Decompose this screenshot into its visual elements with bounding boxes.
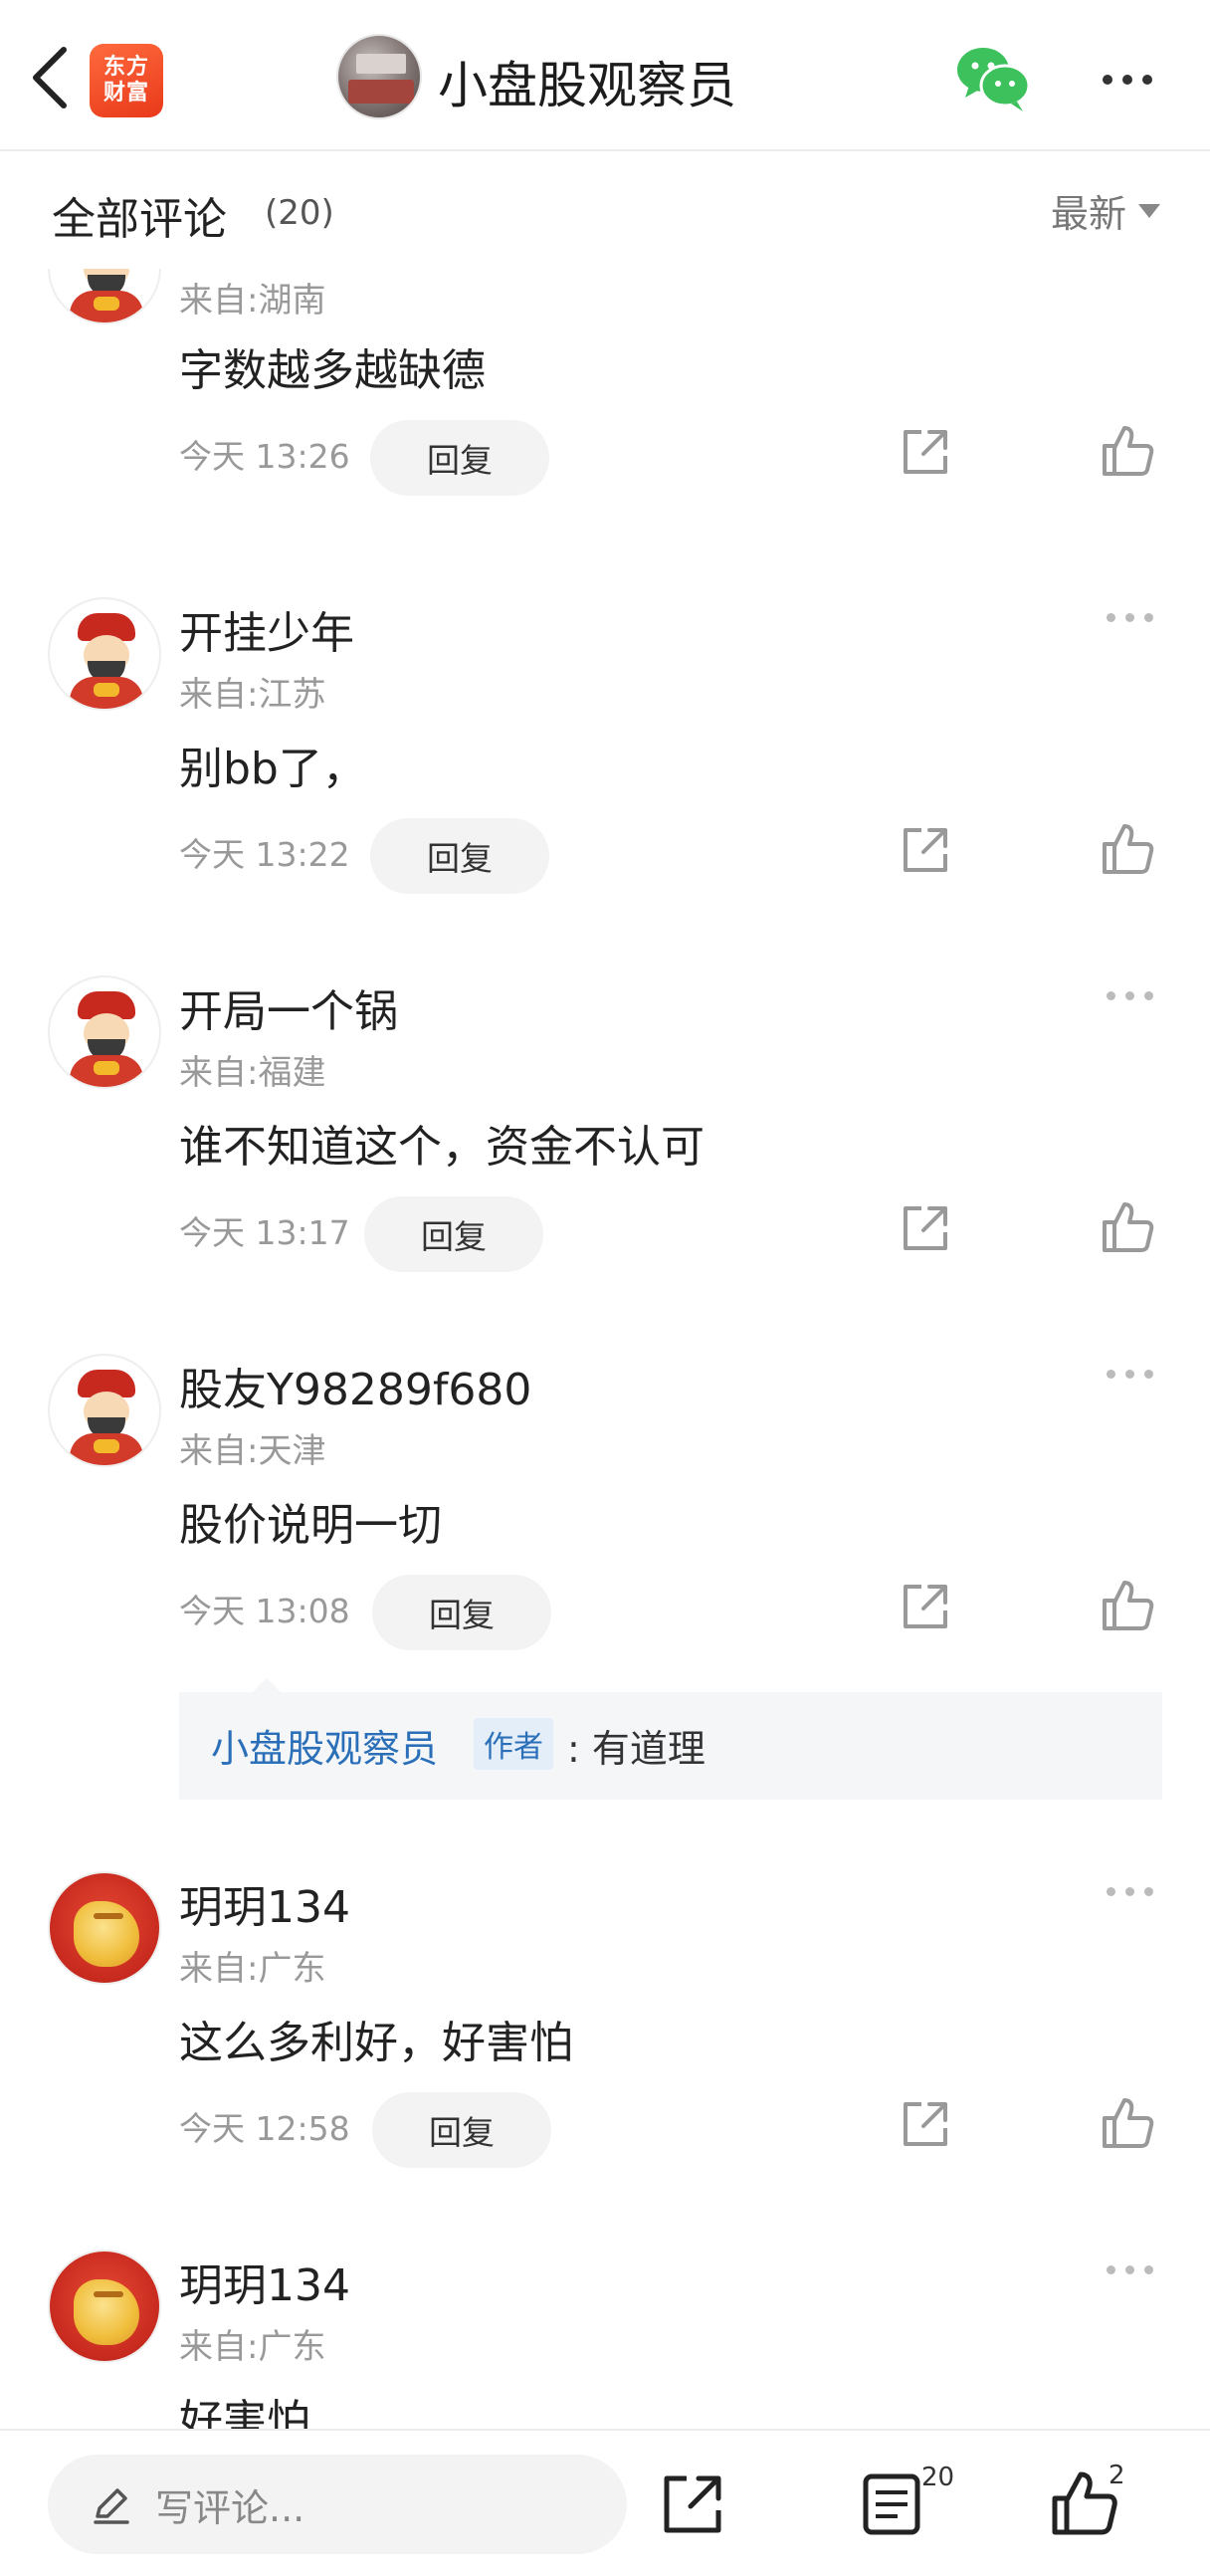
wechat-share-button[interactable] bbox=[955, 44, 1031, 113]
comment-username[interactable]: 开挂少年 bbox=[179, 597, 354, 661]
comment-location: 来自:湖南 bbox=[179, 281, 326, 321]
comment-text: 字数越多越缺德 bbox=[179, 345, 486, 396]
more-dots-icon bbox=[1107, 2265, 1115, 2274]
avatar[interactable] bbox=[48, 1354, 161, 1467]
comment-username[interactable]: 股友Y98289f680 bbox=[179, 1354, 531, 1417]
comments-count-badge: 20 bbox=[921, 2463, 955, 2492]
comment-location: 来自:天津 bbox=[179, 1431, 326, 1471]
caret-down-icon bbox=[1138, 203, 1160, 218]
comment-item: 来自:湖南 字数越多越缺德 今天 13:26 回复 bbox=[0, 269, 1210, 597]
comment-location: 来自:广东 bbox=[179, 2327, 326, 2367]
logo-line-2: 财富 bbox=[102, 81, 149, 106]
avatar[interactable] bbox=[48, 2250, 161, 2363]
more-options-button[interactable] bbox=[1091, 52, 1164, 107]
reply-button[interactable]: 回复 bbox=[364, 1196, 543, 1272]
comment-time: 今天 13:08 bbox=[179, 1592, 350, 1630]
comment-more-button[interactable] bbox=[1107, 991, 1153, 1000]
comment-location: 来自:江苏 bbox=[179, 675, 326, 715]
page-title: 小盘股观察员 bbox=[438, 57, 736, 114]
comments-list-icon[interactable] bbox=[860, 2470, 923, 2538]
share-icon[interactable] bbox=[659, 2470, 726, 2538]
wechat-icon bbox=[957, 48, 1031, 111]
share-icon[interactable] bbox=[900, 1202, 951, 1254]
pencil-icon bbox=[94, 2488, 129, 2524]
bottom-bar: 写评论... 20 2 bbox=[0, 2429, 1210, 2576]
comment-more-button[interactable] bbox=[1107, 613, 1153, 622]
more-dots-icon bbox=[1107, 613, 1115, 622]
comment-time: 今天 12:58 bbox=[179, 2109, 350, 2148]
reply-button[interactable]: 回复 bbox=[370, 818, 549, 894]
thumbs-up-icon[interactable] bbox=[1101, 424, 1154, 478]
author-badge: 作者 bbox=[474, 1718, 553, 1770]
share-icon[interactable] bbox=[900, 824, 951, 876]
sort-label: 最新 bbox=[1050, 192, 1126, 236]
comment-item: 开挂少年 来自:江苏 别bb了， 今天 13:22 回复 bbox=[0, 597, 1210, 975]
comment-more-button[interactable] bbox=[1107, 1370, 1153, 1379]
thumbs-up-icon[interactable] bbox=[1101, 822, 1154, 876]
sort-dropdown[interactable]: 最新 bbox=[1051, 183, 1160, 238]
comment-item: 股友Y98289f680 来自:天津 股价说明一切 今天 13:08 回复 小盘… bbox=[0, 1354, 1210, 1871]
comment-username[interactable]: 开局一个锅 bbox=[179, 975, 398, 1039]
comment-more-button[interactable] bbox=[1107, 2265, 1153, 2274]
author-reply-name[interactable]: 小盘股观察员 bbox=[211, 1718, 438, 1773]
more-dots-icon bbox=[1103, 75, 1112, 85]
reply-button[interactable]: 回复 bbox=[372, 1575, 551, 1650]
app-logo[interactable]: 东方 财富 bbox=[90, 44, 163, 117]
comment-item: 玥玥134 来自:广东 这么多利好，好害怕 今天 12:58 回复 bbox=[0, 1871, 1210, 2250]
comment-text: 谁不知道这个，资金不认可 bbox=[179, 1122, 705, 1173]
thumbs-up-icon[interactable] bbox=[1101, 2096, 1154, 2150]
comment-text: 股价说明一切 bbox=[179, 1500, 442, 1551]
avatar[interactable] bbox=[48, 975, 161, 1089]
thumbs-up-icon[interactable] bbox=[1101, 1579, 1154, 1632]
comment-time: 今天 13:22 bbox=[179, 835, 350, 874]
channel-avatar[interactable] bbox=[336, 34, 422, 119]
back-button[interactable] bbox=[22, 40, 78, 115]
author-reply-text: : 有道理 bbox=[567, 1727, 706, 1771]
reply-button[interactable]: 回复 bbox=[370, 420, 549, 496]
comment-text: 这么多利好，好害怕 bbox=[179, 2018, 573, 2068]
avatar[interactable] bbox=[48, 269, 161, 324]
comments-header: 全部评论 (20) 最新 bbox=[0, 153, 1210, 269]
comment-location: 来自:广东 bbox=[179, 1949, 326, 1989]
likes-count-badge: 2 bbox=[1109, 2461, 1125, 2490]
share-icon[interactable] bbox=[900, 2098, 951, 2150]
more-dots-icon bbox=[1107, 1887, 1115, 1896]
top-bar: 东方 财富 小盘股观察员 bbox=[0, 0, 1210, 151]
chevron-left-icon bbox=[33, 47, 67, 108]
comment-item: 开局一个锅 来自:福建 谁不知道这个，资金不认可 今天 13:17 回复 bbox=[0, 975, 1210, 1354]
comment-list[interactable]: 来自:湖南 字数越多越缺德 今天 13:26 回复 开挂少年 来自:江苏 别bb… bbox=[0, 269, 1210, 2429]
comment-input-placeholder: 写评论... bbox=[155, 2485, 305, 2530]
avatar[interactable] bbox=[48, 597, 161, 711]
comment-location: 来自:福建 bbox=[179, 1053, 326, 1093]
more-dots-icon bbox=[1107, 991, 1115, 1000]
avatar[interactable] bbox=[48, 1871, 161, 1985]
author-reply[interactable]: 小盘股观察员 作者 : 有道理 bbox=[179, 1678, 1162, 1800]
comment-text: 别bb了， bbox=[179, 744, 366, 794]
share-icon[interactable] bbox=[900, 426, 951, 478]
more-dots-icon bbox=[1107, 1370, 1115, 1379]
comment-time: 今天 13:17 bbox=[179, 1213, 350, 1252]
comment-username[interactable]: 玥玥134 bbox=[179, 2250, 350, 2313]
reply-button[interactable]: 回复 bbox=[372, 2092, 551, 2168]
comment-input[interactable]: 写评论... bbox=[48, 2455, 627, 2554]
thumbs-up-icon[interactable] bbox=[1101, 1200, 1154, 1254]
comment-item: 玥玥134 来自:广东 好害怕 bbox=[0, 2250, 1210, 2429]
section-title: 全部评论 bbox=[52, 194, 227, 245]
share-icon[interactable] bbox=[900, 1581, 951, 1632]
comment-more-button[interactable] bbox=[1107, 1887, 1153, 1896]
comment-username[interactable]: 玥玥134 bbox=[179, 1871, 350, 1935]
logo-line-1: 东方 bbox=[102, 55, 149, 80]
comment-count: (20) bbox=[265, 193, 334, 233]
comment-time: 今天 13:26 bbox=[179, 437, 350, 476]
comment-text: 好害怕 bbox=[179, 2396, 310, 2429]
